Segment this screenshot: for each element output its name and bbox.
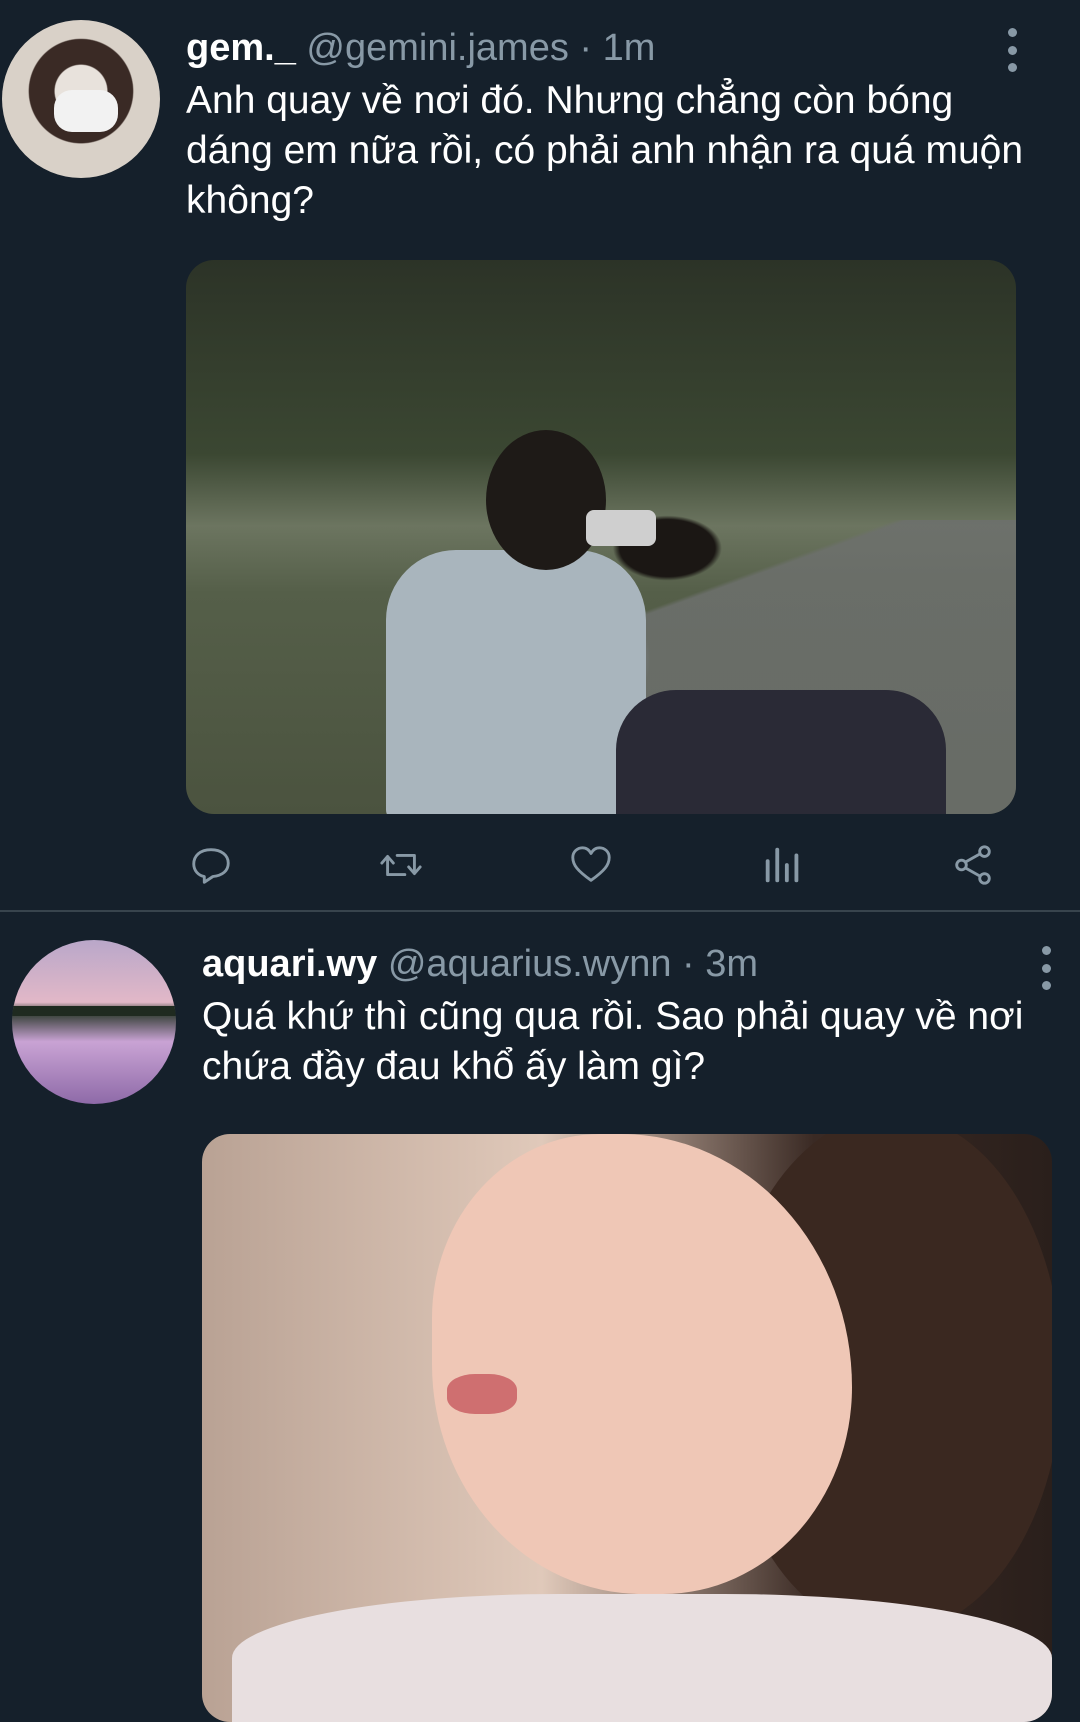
more-dot-icon xyxy=(1007,63,1017,72)
handle[interactable]: @aquarius.wynn xyxy=(388,943,672,985)
analytics-icon xyxy=(765,847,799,883)
separator-dot: · xyxy=(682,943,695,985)
tweet-header: aquari.wy @aquarius.wynn · 3m xyxy=(202,942,758,986)
reply-button[interactable] xyxy=(186,840,236,890)
reply-icon xyxy=(192,848,230,884)
more-dot-icon xyxy=(1007,28,1017,37)
timestamp[interactable]: 3m xyxy=(705,943,758,985)
more-dot-icon xyxy=(1041,946,1051,955)
photo-hoodie xyxy=(232,1594,1052,1722)
avatar[interactable] xyxy=(12,940,176,1104)
photo-camera xyxy=(586,510,656,546)
tweet-media-photo[interactable] xyxy=(202,1134,1052,1722)
heart-icon xyxy=(571,846,611,882)
more-options-button[interactable] xyxy=(1026,946,1066,990)
retweet-button[interactable] xyxy=(376,840,426,890)
tweet-header: gem._ @gemini.james · 1m xyxy=(186,26,655,70)
more-dot-icon xyxy=(1007,45,1017,55)
separator-dot: · xyxy=(579,27,593,69)
tweet-text: Anh quay về nơi đó. Nhưng chẳng còn bóng… xyxy=(186,79,1024,222)
avatar[interactable] xyxy=(2,20,160,178)
photo-person-head xyxy=(486,430,606,570)
display-name[interactable]: gem._ xyxy=(186,27,296,69)
like-button[interactable] xyxy=(566,840,616,890)
tweet[interactable]: aquari.wy @aquarius.wynn · 3m Quá khứ th… xyxy=(0,912,1080,1722)
more-dot-icon xyxy=(1041,981,1051,990)
display-name[interactable]: aquari.wy xyxy=(202,943,377,985)
handle[interactable]: @gemini.james xyxy=(306,27,568,69)
more-options-button[interactable] xyxy=(992,28,1032,72)
tweet-text: Quá khứ thì cũng qua rồi. Sao phải quay … xyxy=(202,995,1024,1088)
more-dot-icon xyxy=(1041,963,1051,973)
photo-pants xyxy=(616,690,946,814)
share-button[interactable] xyxy=(948,840,998,890)
timestamp[interactable]: 1m xyxy=(603,27,656,69)
avatar-treeline xyxy=(12,1006,176,1016)
photo-lips xyxy=(447,1374,517,1414)
share-icon xyxy=(955,845,991,885)
tweet[interactable]: gem._ @gemini.james · 1m Anh quay về nơi… xyxy=(0,0,1080,912)
tweet-actions xyxy=(186,840,1016,892)
avatar-face-mask xyxy=(54,90,118,132)
analytics-button[interactable] xyxy=(758,840,808,890)
tweet-media-photo[interactable] xyxy=(186,260,1016,814)
retweet-icon xyxy=(380,853,422,877)
photo-person xyxy=(386,550,646,814)
